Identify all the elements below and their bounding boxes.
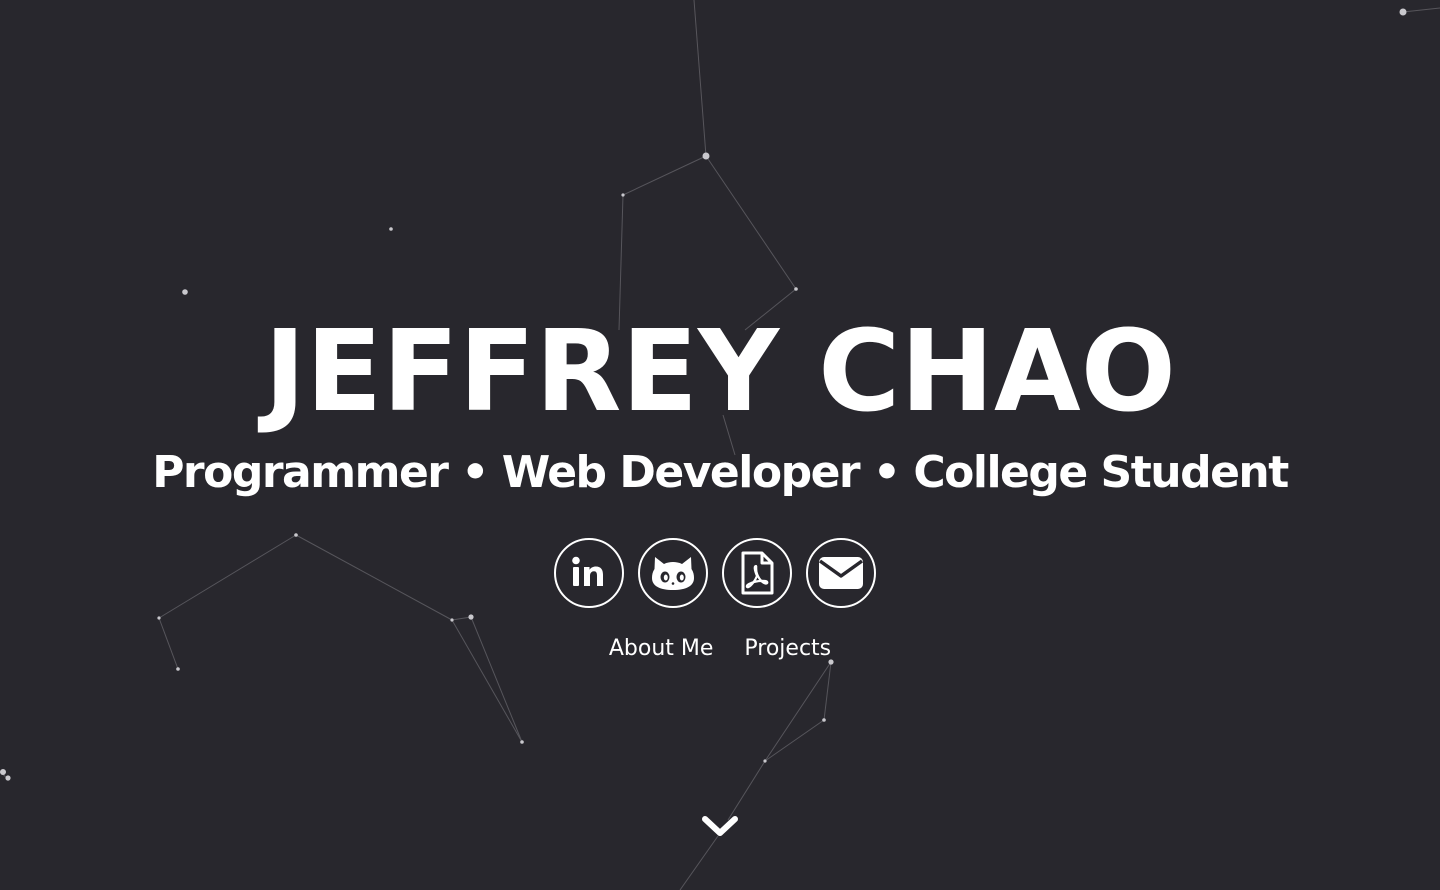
hero-section: JEFFREY CHAO Programmer • Web Developer … bbox=[0, 0, 1440, 890]
about-me-link[interactable]: About Me bbox=[609, 636, 714, 661]
email-icon bbox=[818, 557, 864, 589]
linkedin-icon bbox=[572, 556, 603, 586]
hero-name: JEFFREY CHAO bbox=[264, 307, 1176, 437]
linkedin-button[interactable] bbox=[554, 538, 624, 608]
resume-pdf-button[interactable] bbox=[722, 538, 792, 608]
email-button[interactable] bbox=[806, 538, 876, 608]
projects-link[interactable]: Projects bbox=[744, 636, 831, 661]
github-button[interactable] bbox=[638, 538, 708, 608]
chevron-down-icon[interactable] bbox=[700, 812, 740, 842]
section-nav: About Me Projects bbox=[0, 634, 1440, 664]
github-icon bbox=[652, 557, 694, 590]
pdf-resume-icon bbox=[741, 551, 774, 595]
social-links bbox=[554, 538, 876, 608]
hero-tagline: Programmer • Web Developer • College Stu… bbox=[152, 447, 1289, 498]
